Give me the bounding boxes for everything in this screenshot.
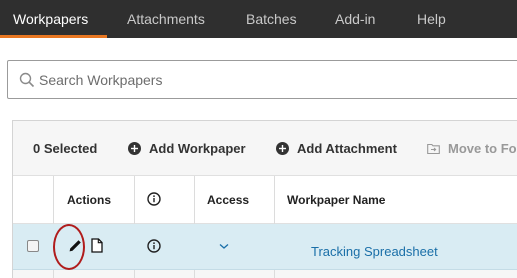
- tab-add-in[interactable]: Add-in: [335, 0, 375, 38]
- tab-attachments[interactable]: Attachments: [127, 0, 205, 38]
- document-icon[interactable]: [91, 238, 103, 253]
- search-icon: [19, 72, 35, 88]
- add-workpaper-button[interactable]: Add Workpaper: [128, 121, 246, 176]
- workpaper-name-link[interactable]: Tracking Spreadsheet: [311, 224, 438, 278]
- row-select-checkbox[interactable]: [27, 240, 39, 252]
- search-area: [0, 38, 517, 120]
- tab-batches[interactable]: Batches: [246, 0, 297, 38]
- tab-help[interactable]: Help: [417, 0, 446, 38]
- table-header: Actions Access Workpaper Name: [13, 176, 517, 224]
- column-header-actions[interactable]: Actions: [67, 176, 111, 224]
- search-box[interactable]: [7, 60, 517, 99]
- add-workpaper-label: Add Workpaper: [149, 141, 246, 156]
- add-attachment-label: Add Attachment: [297, 141, 397, 156]
- selected-count: 0 Selected: [33, 141, 98, 156]
- plus-circle-icon: [276, 142, 289, 155]
- table-row[interactable]: Tracking Spreadsheet: [13, 224, 517, 270]
- tab-workpapers[interactable]: Workpapers: [13, 0, 88, 38]
- column-header-access[interactable]: Access: [207, 176, 249, 224]
- plus-circle-icon: [128, 142, 141, 155]
- info-icon: [147, 192, 161, 208]
- move-to-folder-button[interactable]: Move to Fo: [427, 121, 517, 176]
- column-header-workpaper-name[interactable]: Workpaper Name: [287, 176, 385, 224]
- folder-move-icon: [427, 143, 440, 155]
- pencil-edit-icon[interactable]: [68, 239, 82, 253]
- info-icon[interactable]: [147, 239, 161, 253]
- workpapers-panel: 0 Selected Add Workpaper Add Attachment …: [12, 120, 517, 278]
- search-input[interactable]: [39, 61, 509, 98]
- move-to-folder-label: Move to Fo: [448, 141, 517, 156]
- top-navigation-bar: Workpapers Attachments Batches Add-in He…: [0, 0, 517, 38]
- chevron-down-icon[interactable]: [219, 243, 229, 250]
- left-margin: [0, 120, 12, 278]
- toolbar: 0 Selected Add Workpaper Add Attachment …: [13, 121, 517, 176]
- add-attachment-button[interactable]: Add Attachment: [276, 121, 397, 176]
